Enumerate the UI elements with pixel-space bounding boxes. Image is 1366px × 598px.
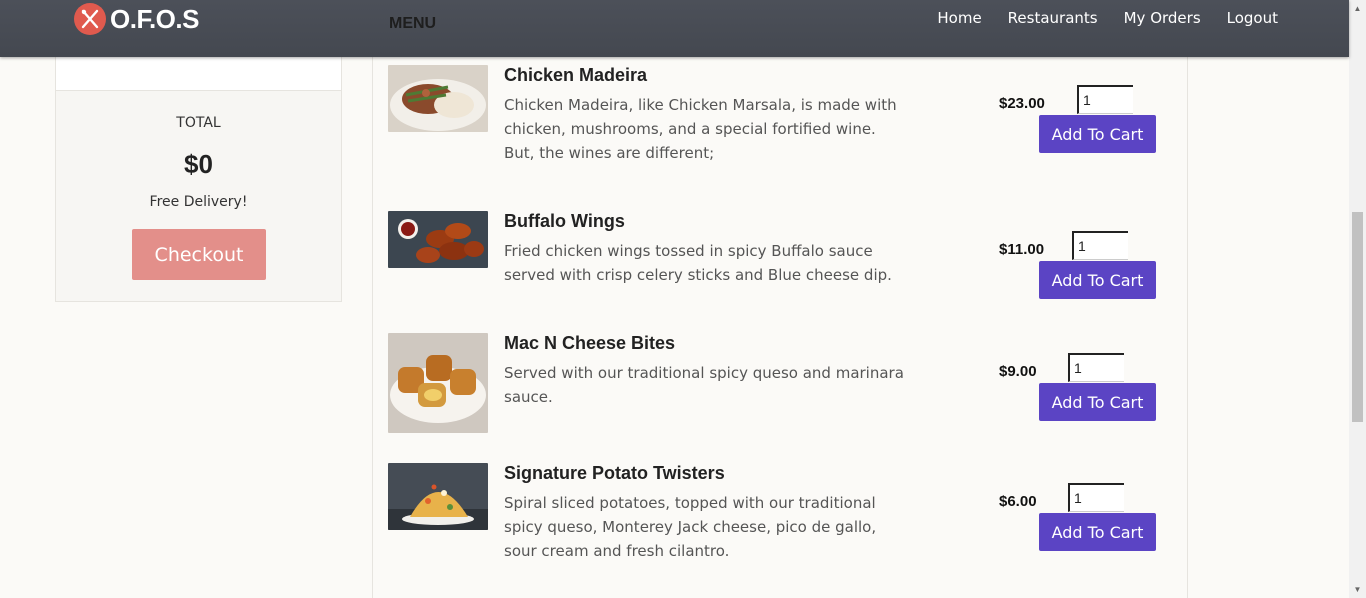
checkout-button[interactable]: Checkout xyxy=(132,229,266,280)
item-description: Spiral sliced potatoes, topped with our … xyxy=(504,494,877,560)
quantity-input[interactable] xyxy=(1068,483,1124,512)
main-nav: Home Restaurants My Orders Logout xyxy=(911,9,1278,27)
item-description: Chicken Madeira, like Chicken Marsala, i… xyxy=(504,96,897,162)
cart-items-area xyxy=(56,57,341,91)
brand-name: O.F.O.S xyxy=(110,3,199,34)
quantity-input[interactable] xyxy=(1077,85,1133,114)
total-value: $0 xyxy=(184,149,213,179)
add-to-cart-button[interactable]: Add To Cart xyxy=(1039,261,1156,299)
quantity-input[interactable] xyxy=(1068,353,1124,382)
add-to-cart-button[interactable]: Add To Cart xyxy=(1039,513,1156,551)
item-price: $11.00 xyxy=(999,241,1045,258)
brand-logo-link[interactable]: O.F.O.S xyxy=(74,3,199,35)
item-description: Fried chicken wings tossed in spicy Buff… xyxy=(504,242,892,284)
delivery-note: Free Delivery! xyxy=(149,194,248,210)
chicken-madeira-image xyxy=(388,65,488,132)
item-price: $6.00 xyxy=(999,493,1037,510)
item-title: Buffalo Wings xyxy=(504,211,625,231)
mac-n-cheese-bites-image xyxy=(388,333,488,433)
buffalo-wings-image xyxy=(388,211,488,268)
nav-logout-link[interactable]: Logout xyxy=(1227,9,1278,27)
nav-restaurants-link[interactable]: Restaurants xyxy=(1008,9,1098,27)
item-title: Signature Potato Twisters xyxy=(504,463,725,483)
item-price: $23.00 xyxy=(999,95,1045,112)
nav-home-link[interactable]: Home xyxy=(937,9,981,27)
menu-list: Chicken Madeira Chicken Madeira, like Ch… xyxy=(372,57,1188,598)
item-price: $9.00 xyxy=(999,363,1037,380)
item-description: Served with our traditional spicy queso … xyxy=(504,364,904,406)
cart-summary-panel: TOTAL $0 Free Delivery! Checkout xyxy=(55,57,342,302)
nav-my-orders-link[interactable]: My Orders xyxy=(1124,9,1201,27)
page-scrollbar[interactable]: ▲ ▼ xyxy=(1349,0,1366,598)
top-navbar: O.F.O.S MENU Home Restaurants My Orders … xyxy=(0,0,1349,57)
scrollbar-thumb[interactable] xyxy=(1352,212,1363,422)
add-to-cart-button[interactable]: Add To Cart xyxy=(1039,383,1156,421)
total-label: TOTAL xyxy=(176,115,221,131)
chevron-down-icon[interactable]: ▼ xyxy=(1349,581,1366,598)
chevron-up-icon[interactable]: ▲ xyxy=(1349,0,1366,17)
menu-heading: MENU xyxy=(389,15,437,32)
utensils-logo-icon xyxy=(74,3,106,35)
signature-potato-twisters-image xyxy=(388,463,488,530)
quantity-input[interactable] xyxy=(1072,231,1128,260)
item-title: Chicken Madeira xyxy=(504,65,648,85)
add-to-cart-button[interactable]: Add To Cart xyxy=(1039,115,1156,153)
item-title: Mac N Cheese Bites xyxy=(504,333,676,353)
